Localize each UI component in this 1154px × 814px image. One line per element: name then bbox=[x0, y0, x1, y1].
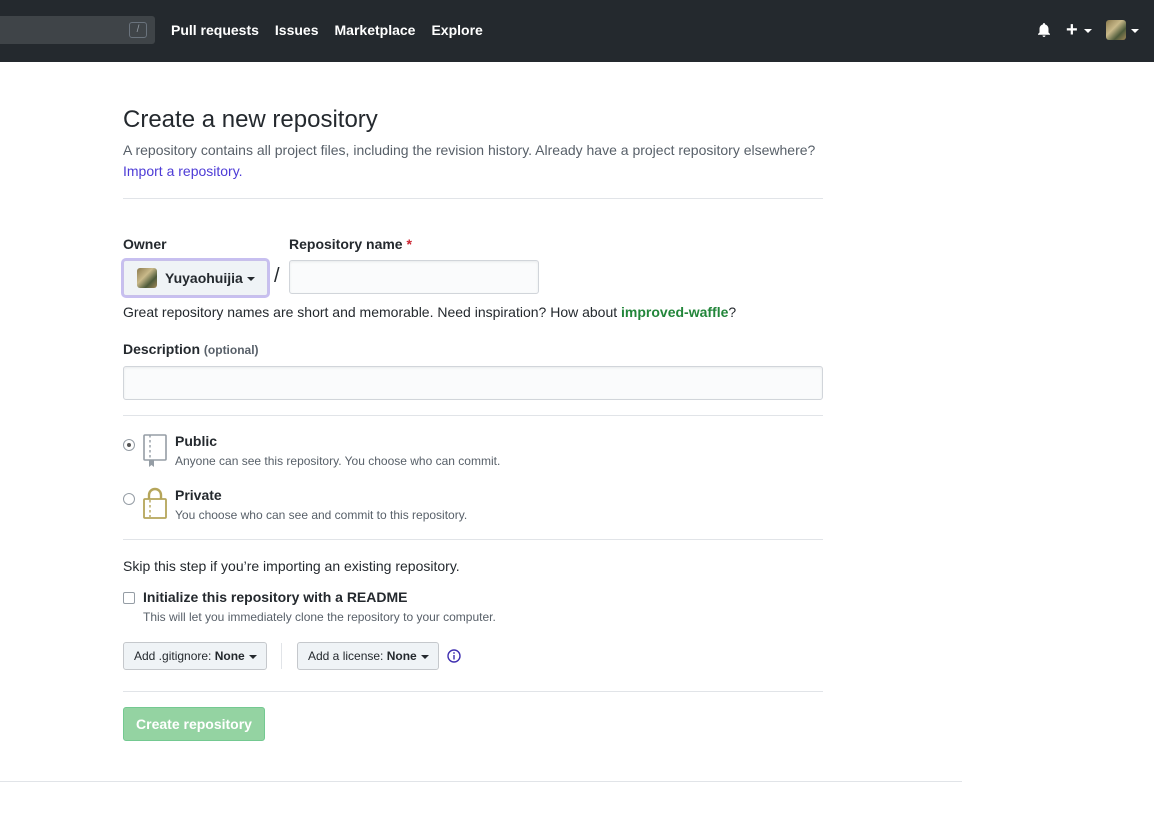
owner-avatar bbox=[137, 268, 157, 288]
license-label: Add a license: bbox=[308, 649, 384, 663]
private-radio[interactable] bbox=[123, 493, 135, 505]
select-separator bbox=[281, 643, 282, 669]
gitignore-select[interactable]: Add .gitignore: None bbox=[123, 642, 267, 670]
owner-name: Yuyaohuijia bbox=[165, 270, 243, 286]
owner-select[interactable]: Yuyaohuijia bbox=[123, 260, 268, 296]
license-value: None bbox=[386, 649, 417, 663]
nav-marketplace[interactable]: Marketplace bbox=[335, 21, 416, 39]
nav-explore[interactable]: Explore bbox=[431, 21, 482, 39]
info-icon[interactable] bbox=[447, 649, 461, 663]
plus-icon[interactable]: + bbox=[1066, 20, 1078, 40]
search-shortcut-key: / bbox=[129, 22, 147, 38]
repository-name-input[interactable] bbox=[289, 260, 539, 294]
readme-checkbox[interactable] bbox=[123, 592, 135, 604]
chevron-down-icon bbox=[1131, 29, 1139, 33]
description-label-text: Description bbox=[123, 341, 201, 357]
nav-issues[interactable]: Issues bbox=[275, 21, 319, 39]
name-hint: Great repository names are short and mem… bbox=[123, 304, 736, 320]
public-description: Anyone can see this repository. You choo… bbox=[175, 454, 501, 468]
footer-divider bbox=[0, 781, 962, 782]
gitignore-label: Add .gitignore: bbox=[134, 649, 212, 663]
chevron-down-icon bbox=[421, 655, 429, 659]
divider bbox=[123, 691, 823, 692]
subtitle-text: A repository contains all project files,… bbox=[123, 142, 816, 158]
page-title: Create a new repository bbox=[123, 106, 378, 133]
divider bbox=[123, 415, 823, 416]
header-nav: Pull requests Issues Marketplace Explore bbox=[171, 21, 483, 39]
header-bar: / Pull requests Issues Marketplace Explo… bbox=[0, 0, 1154, 62]
owner-repo-separator: / bbox=[274, 265, 280, 287]
public-title: Public bbox=[175, 433, 218, 449]
private-title: Private bbox=[175, 487, 222, 503]
search-input[interactable]: / bbox=[0, 16, 155, 44]
hint-suffix: ? bbox=[728, 304, 737, 320]
chevron-down-icon bbox=[249, 655, 257, 659]
required-mark: * bbox=[406, 236, 412, 252]
lock-icon bbox=[143, 487, 167, 519]
divider bbox=[123, 198, 823, 199]
optional-tag: (optional) bbox=[203, 343, 259, 357]
repo-book-icon bbox=[143, 434, 167, 467]
skip-text: Skip this step if you’re importing an ex… bbox=[123, 558, 460, 574]
hint-text: Great repository names are short and mem… bbox=[123, 304, 622, 320]
description-label: Description (optional) bbox=[123, 341, 259, 357]
bell-icon[interactable] bbox=[1036, 22, 1052, 38]
repository-name-label-text: Repository name bbox=[289, 236, 403, 252]
nav-pull-requests[interactable]: Pull requests bbox=[171, 21, 259, 39]
chevron-down-icon bbox=[247, 277, 255, 281]
name-suggestion[interactable]: improved-waffle bbox=[621, 304, 728, 320]
description-input[interactable] bbox=[123, 366, 823, 400]
page-subtitle: A repository contains all project files,… bbox=[123, 140, 843, 182]
avatar[interactable] bbox=[1106, 20, 1126, 40]
create-repository-button[interactable]: Create repository bbox=[123, 707, 265, 741]
private-description: You choose who can see and commit to thi… bbox=[175, 508, 468, 522]
gitignore-value: None bbox=[214, 649, 245, 663]
import-repository-link[interactable]: Import a repository. bbox=[123, 163, 243, 179]
license-select[interactable]: Add a license: None bbox=[297, 642, 439, 670]
public-radio[interactable] bbox=[123, 439, 135, 451]
divider bbox=[123, 539, 823, 540]
owner-label: Owner bbox=[123, 236, 167, 252]
readme-description: This will let you immediately clone the … bbox=[143, 610, 496, 624]
chevron-down-icon bbox=[1084, 29, 1092, 33]
repository-name-label: Repository name * bbox=[289, 236, 412, 252]
readme-title: Initialize this repository with a README bbox=[143, 589, 408, 605]
